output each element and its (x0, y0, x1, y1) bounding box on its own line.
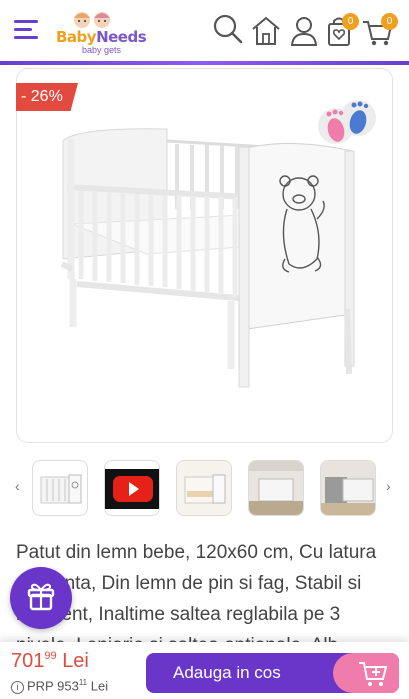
add-to-cart-button[interactable]: Adauga in cos (146, 653, 399, 693)
cart-count-badge: 0 (381, 13, 398, 30)
menu-icon[interactable] (14, 20, 38, 40)
gallery-thumb[interactable] (248, 460, 304, 516)
logo-tagline: baby gets (82, 45, 122, 55)
wishlist-count-badge: 0 (342, 13, 359, 30)
youtube-play-icon (105, 469, 159, 509)
add-cart-icon (359, 662, 388, 686)
floating-gift-button[interactable] (10, 567, 72, 629)
baby-feet-icon (318, 100, 376, 144)
gallery-thumb[interactable] (320, 460, 376, 516)
gallery-next-arrow[interactable]: › (386, 478, 391, 494)
recommended-price: i PRP 95311 Lei (11, 678, 108, 695)
logo[interactable]: BabyNeeds baby gets (54, 8, 147, 56)
gift-icon (27, 583, 55, 611)
discount-badge: - 26% (16, 83, 78, 111)
gallery-video-thumb[interactable] (104, 460, 160, 516)
header-divider (0, 61, 409, 65)
logo-text: BabyNeeds (56, 28, 147, 46)
gallery-thumb[interactable] (176, 460, 232, 516)
info-icon[interactable]: i (11, 681, 24, 695)
image-gallery: ‹ › (0, 456, 409, 518)
top-header: BabyNeeds baby gets 0 0 (0, 0, 409, 62)
add-to-cart-label: Adauga in cos (173, 663, 281, 682)
gallery-prev-arrow[interactable]: ‹ (15, 478, 20, 494)
account-icon[interactable] (287, 12, 321, 48)
home-icon[interactable] (249, 12, 283, 48)
current-price: 70199 Lei (11, 650, 89, 672)
logo-babies-icon (74, 12, 110, 28)
search-icon[interactable] (211, 12, 245, 48)
gallery-thumb[interactable] (32, 460, 88, 516)
cart-blob (333, 653, 399, 693)
